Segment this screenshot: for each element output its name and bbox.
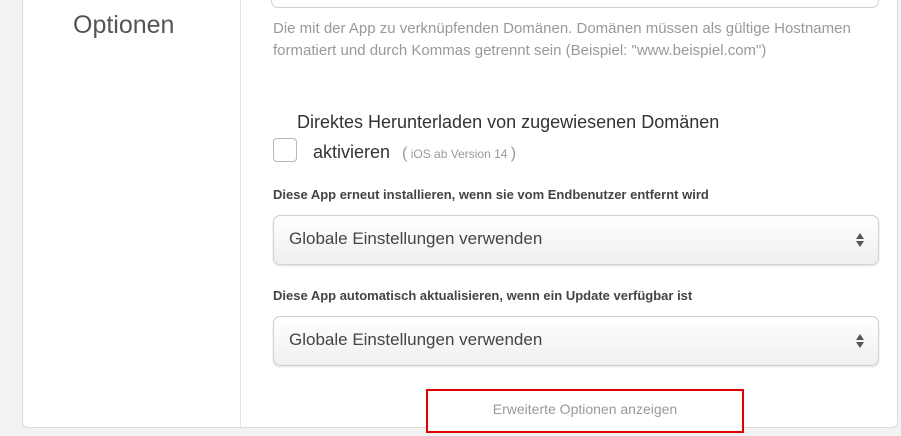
select-arrows-icon	[856, 331, 866, 351]
direct-download-checkbox[interactable]	[273, 138, 297, 162]
auto-update-select[interactable]: Globale Einstellungen verwenden	[273, 316, 879, 366]
show-advanced-options-button[interactable]: Erweiterte Optionen anzeigen	[426, 389, 744, 433]
select-arrows-icon	[856, 230, 866, 250]
section-label-column: Optionen	[23, 0, 241, 427]
options-card: Optionen Die mit der App zu verknüpfende…	[22, 0, 898, 433]
reinstall-select-value: Globale Einstellungen verwenden	[289, 229, 543, 248]
direct-download-label: Direktes Herunterladen von zugewiesenen …	[297, 112, 720, 132]
reinstall-label: Diese App erneut installieren, wenn sie …	[273, 187, 709, 202]
auto-update-select-value: Globale Einstellungen verwenden	[289, 330, 543, 349]
show-advanced-options-label: Erweiterte Optionen anzeigen	[492, 401, 678, 417]
domains-help-text: Die mit der App zu verknüpfenden Domänen…	[273, 20, 851, 59]
direct-download-label-continued: aktivieren ( iOS ab Version 14 )	[313, 142, 516, 163]
auto-update-label: Diese App automatisch aktualisieren, wen…	[273, 288, 693, 303]
ios-version-note: ( iOS ab Version 14 )	[402, 145, 517, 162]
direct-download-label-end: aktivieren	[313, 142, 391, 162]
reinstall-select[interactable]: Globale Einstellungen verwenden	[273, 215, 879, 265]
domains-input[interactable]	[271, 0, 879, 8]
options-form: Die mit der App zu verknüpfenden Domänen…	[241, 0, 897, 433]
section-title: Optionen	[73, 11, 175, 39]
